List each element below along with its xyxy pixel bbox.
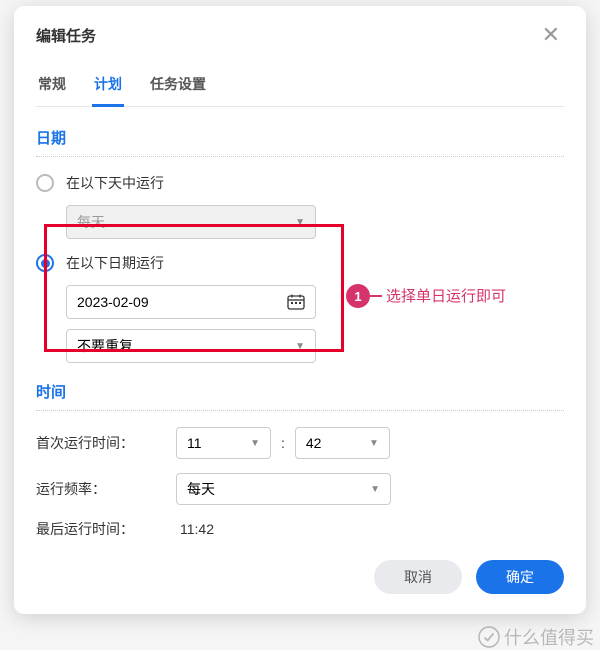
select-hour[interactable]: 11 ▼ xyxy=(176,427,271,459)
radio-run-on-date[interactable]: 在以下日期运行 xyxy=(36,253,564,273)
dialog-footer: 取消 确定 xyxy=(14,546,586,614)
chevron-down-icon: ▼ xyxy=(370,484,380,495)
tab-bar: 常规 计划 任务设置 xyxy=(36,64,564,107)
dialog-title: 编辑任务 xyxy=(36,25,96,46)
tab-schedule[interactable]: 计划 xyxy=(92,64,124,106)
close-icon[interactable]: ✕ xyxy=(538,24,564,46)
last-run-value: 11:42 xyxy=(176,521,564,537)
date-input[interactable]: 2023-02-09 xyxy=(66,285,316,319)
label-last-run: 最后运行时间： xyxy=(36,519,176,539)
watermark: 什么值得买 xyxy=(478,624,594,650)
label-frequency: 运行频率： xyxy=(36,479,176,499)
confirm-button[interactable]: 确定 xyxy=(476,560,564,594)
select-value: 不要重复 xyxy=(77,336,133,356)
select-value: 42 xyxy=(306,435,322,451)
radio-label: 在以下天中运行 xyxy=(66,173,164,193)
divider xyxy=(36,410,564,411)
select-value: 11 xyxy=(187,435,202,451)
select-days: 每天 ▼ xyxy=(66,205,316,239)
select-value: 每天 xyxy=(187,479,215,499)
select-minute[interactable]: 42 ▼ xyxy=(295,427,390,459)
tab-settings[interactable]: 任务设置 xyxy=(148,64,208,106)
radio-run-on-days[interactable]: 在以下天中运行 xyxy=(36,173,564,193)
annotation-line xyxy=(370,295,382,297)
watermark-icon xyxy=(478,626,500,648)
divider xyxy=(36,156,564,157)
select-frequency[interactable]: 每天 ▼ xyxy=(176,473,391,505)
date-value: 2023-02-09 xyxy=(77,294,149,310)
radio-icon[interactable] xyxy=(36,174,54,192)
dialog-header: 编辑任务 ✕ xyxy=(14,6,586,56)
label-first-run: 首次运行时间： xyxy=(36,433,176,453)
section-title-date: 日期 xyxy=(36,127,564,148)
tab-general[interactable]: 常规 xyxy=(36,64,68,106)
colon: : xyxy=(281,435,285,451)
cancel-button[interactable]: 取消 xyxy=(374,560,462,594)
select-value: 每天 xyxy=(77,212,105,232)
edit-task-dialog: 编辑任务 ✕ 常规 计划 任务设置 日期 在以下天中运行 每天 ▼ 在以下日期运… xyxy=(14,6,586,614)
annotation-text: 选择单日运行即可 xyxy=(386,285,506,306)
chevron-down-icon: ▼ xyxy=(250,438,260,449)
chevron-down-icon: ▼ xyxy=(295,217,305,228)
chevron-down-icon: ▼ xyxy=(369,438,379,449)
select-repeat[interactable]: 不要重复 ▼ xyxy=(66,329,316,363)
radio-icon[interactable] xyxy=(36,254,54,272)
chevron-down-icon: ▼ xyxy=(295,341,305,352)
annotation-badge: 1 xyxy=(346,284,370,308)
section-title-time: 时间 xyxy=(36,381,564,402)
calendar-icon[interactable] xyxy=(287,294,305,310)
radio-label: 在以下日期运行 xyxy=(66,253,164,273)
